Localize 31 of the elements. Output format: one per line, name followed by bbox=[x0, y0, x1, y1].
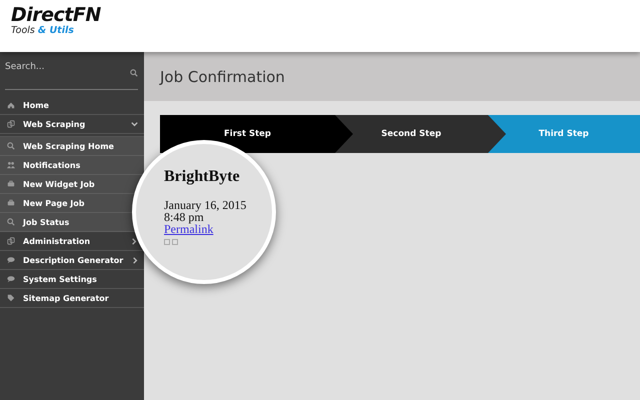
search-icon bbox=[7, 218, 15, 226]
post-time: 8:48 pm bbox=[164, 211, 204, 223]
permalink-link[interactable]: Permalink bbox=[164, 223, 214, 236]
tag-icon bbox=[7, 294, 15, 302]
sidebar-item[interactable]: Description Generator bbox=[23, 256, 124, 264]
post-date: January 16, 2015 bbox=[164, 199, 246, 211]
briefcase-icon bbox=[7, 199, 15, 207]
share-icon bbox=[164, 239, 178, 245]
sidebar-item[interactable]: Sitemap Generator bbox=[23, 294, 109, 302]
step-pointer-icon bbox=[335, 115, 353, 153]
sidebar-item[interactable]: Administration bbox=[23, 236, 90, 246]
logo-subtitle: Tools & Utils bbox=[11, 25, 75, 36]
home-icon bbox=[7, 101, 15, 109]
copy-icon bbox=[7, 120, 15, 128]
sidebar-item[interactable]: Notifications bbox=[23, 160, 80, 170]
sidebar-item[interactable]: Home bbox=[23, 100, 49, 110]
search-icon bbox=[130, 68, 138, 76]
logo-title: DirectFN bbox=[11, 5, 102, 25]
briefcase-icon bbox=[7, 180, 15, 188]
step-pointer-icon bbox=[488, 115, 506, 153]
sidebar-item[interactable]: System Settings bbox=[23, 274, 97, 284]
sidebar-item[interactable]: Job Status bbox=[23, 218, 70, 226]
post-title: BrightByte bbox=[164, 168, 240, 186]
sidebar-item[interactable]: Web Scraping bbox=[23, 120, 86, 128]
copy-icon bbox=[7, 237, 15, 245]
page-title: Job Confirmation bbox=[160, 68, 285, 86]
search-field[interactable]: Search... bbox=[5, 62, 105, 72]
chat-bubble-icon bbox=[7, 275, 15, 283]
users-icon bbox=[7, 161, 15, 169]
chat-bubble-icon bbox=[7, 256, 15, 264]
search-icon bbox=[7, 142, 15, 150]
